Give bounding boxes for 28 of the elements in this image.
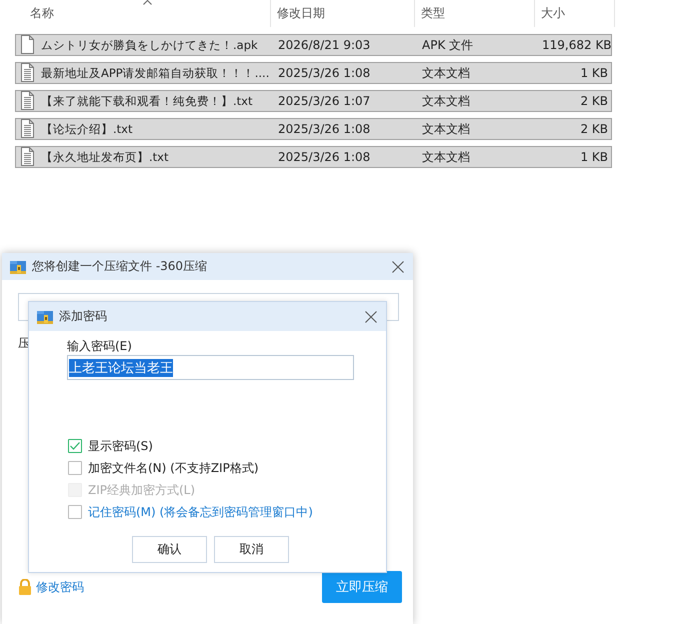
file-type: 文本文档	[421, 148, 471, 166]
option-label: ZIP经典加密方式(L)	[88, 482, 196, 498]
file-type: 文本文档	[421, 64, 471, 82]
file-name: 【来了就能下载和观看！纯免费！】.txt	[41, 94, 252, 108]
window-title: 您将创建一个压缩文件 -360压缩	[32, 258, 208, 275]
file-date: 2026/8/21 9:03	[277, 38, 372, 52]
file-date: 2025/3/26 1:08	[277, 66, 372, 80]
password-value: 上老王论坛当老王	[69, 358, 173, 376]
file-date: 2025/3/26 1:08	[277, 150, 372, 164]
file-size: 1 KB	[579, 66, 609, 80]
file-name: 最新地址及APP请发邮箱自动获取！！！....	[41, 66, 270, 80]
window-title: 添加密码	[59, 308, 108, 325]
file-size: 1 KB	[579, 150, 609, 164]
file-size: 119,682 KB	[541, 38, 610, 52]
file-size: 2 KB	[579, 94, 609, 108]
option-label: 记住密码(M) (将会备忘到密码管理窗口中)	[88, 504, 313, 520]
file-date: 2025/3/26 1:08	[277, 122, 372, 136]
file-type: 文本文档	[421, 120, 471, 138]
option-label: 加密文件名(N) (不支持ZIP格式)	[88, 460, 259, 476]
file-name: 【永久地址发布页】.txt	[41, 150, 168, 164]
file-type: APK 文件	[421, 36, 474, 54]
file-size: 2 KB	[579, 122, 609, 136]
file-date: 2025/3/26 1:07	[277, 94, 372, 108]
file-type: 文本文档	[421, 92, 471, 110]
option-label: 显示密码(S)	[88, 438, 153, 454]
field-label: 输入密码(E)	[67, 339, 133, 353]
file-name: 【论坛介绍】.txt	[41, 122, 132, 136]
file-name: ムシトリ女が勝負をしかけてきた！.apk	[41, 38, 258, 52]
